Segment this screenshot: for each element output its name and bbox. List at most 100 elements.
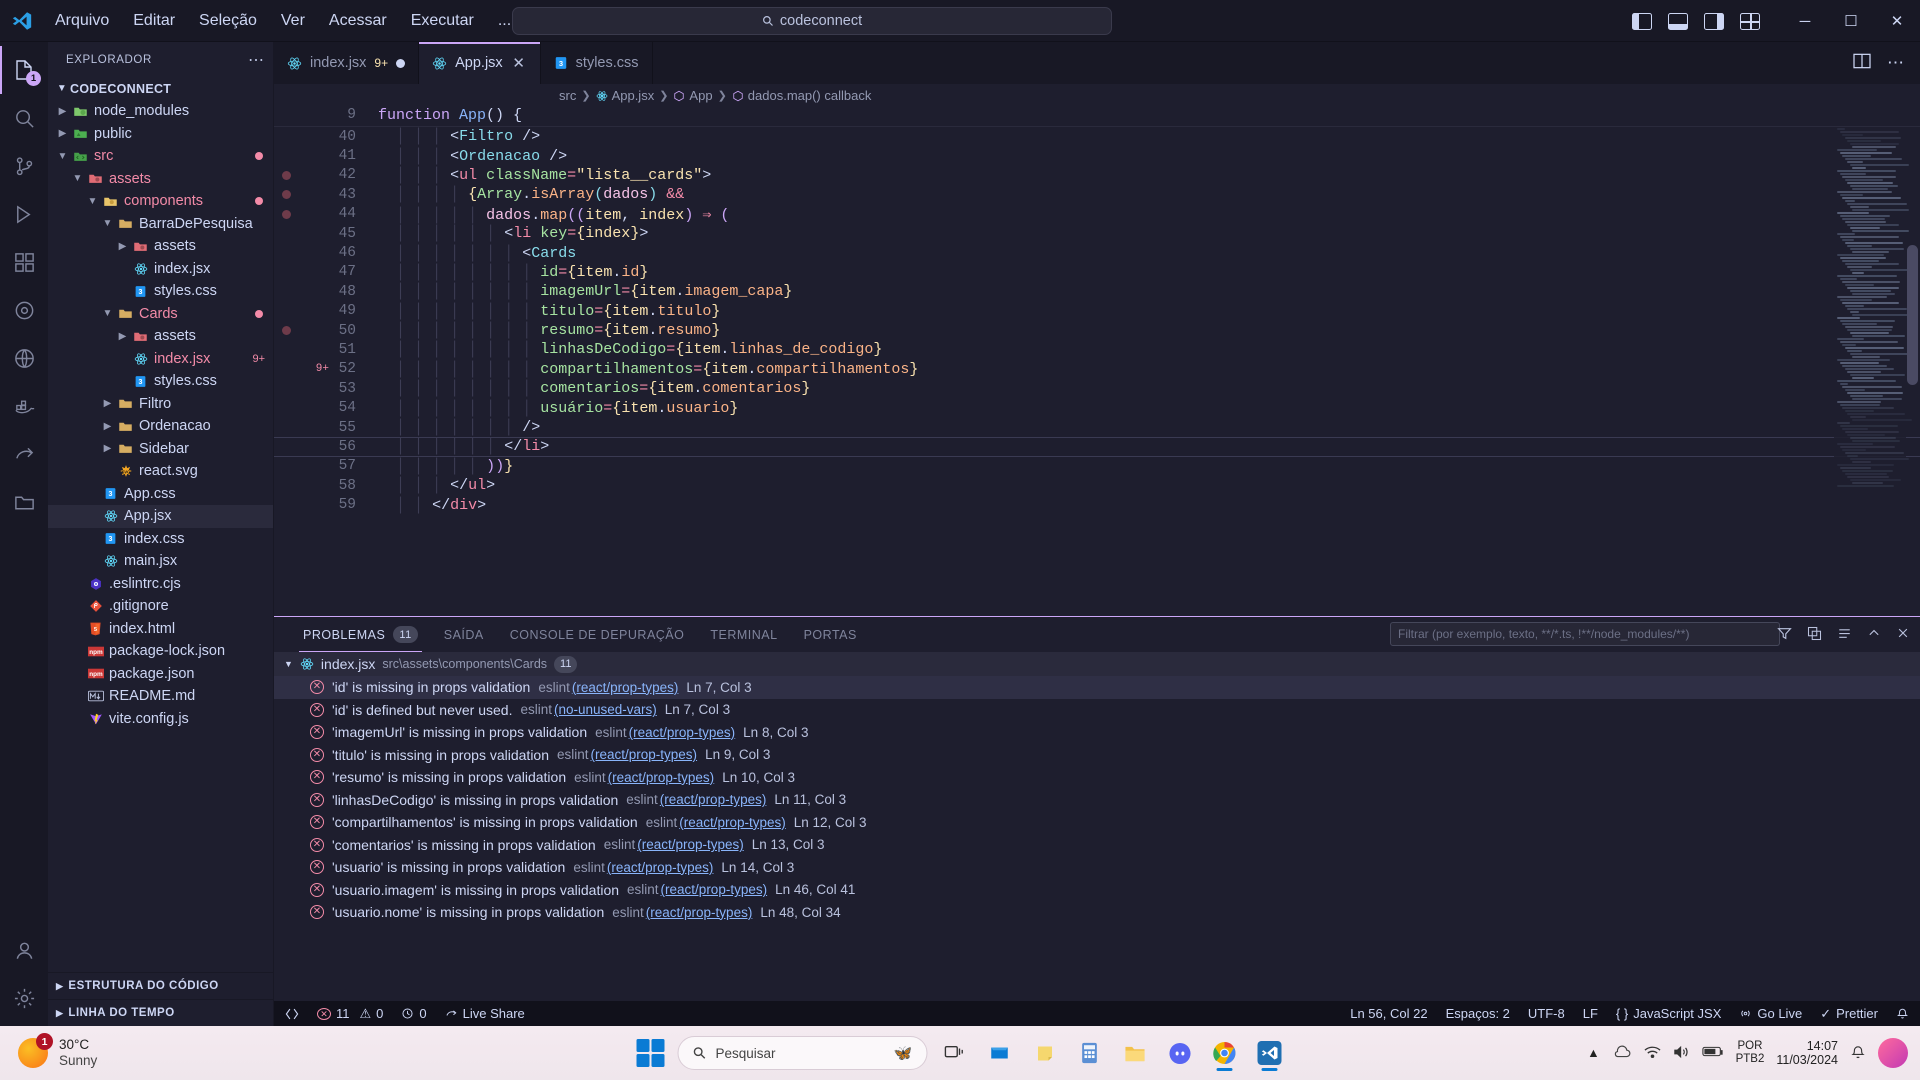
problem-row[interactable]: ✕ 'imagemUrl' is missing in props validat…: [274, 721, 1920, 744]
toggle-secondary-sidebar-icon[interactable]: [1704, 12, 1724, 30]
problem-row[interactable]: ✕ 'titulo' is missing in props validation…: [274, 744, 1920, 767]
activity-extensions[interactable]: [0, 238, 48, 286]
problem-row[interactable]: ✕ 'usuario.imagem' is missing in props va…: [274, 879, 1920, 902]
status-live-share[interactable]: Live Share: [436, 1001, 534, 1026]
tree-item-readme-md[interactable]: README.md: [48, 685, 273, 708]
tree-item-app-jsx[interactable]: App.jsx: [48, 505, 273, 528]
breadcrumb-src[interactable]: src: [559, 88, 576, 103]
taskbar-language-indicator[interactable]: POR PTB2: [1736, 1040, 1765, 1065]
tree-item-assets[interactable]: ▶ assets: [48, 325, 273, 348]
tree-item-index-html[interactable]: 5 index.html: [48, 618, 273, 641]
tree-item--eslintrc-cjs[interactable]: .eslintrc.cjs: [48, 573, 273, 596]
tree-item-node-modules[interactable]: ▶ node_modules: [48, 100, 273, 123]
taskbar-search-box[interactable]: Pesquisar 🦋: [677, 1036, 928, 1070]
editor-more-icon[interactable]: ⋯: [1887, 53, 1904, 73]
maximize-button[interactable]: ☐: [1828, 0, 1874, 42]
problem-row[interactable]: ✕ 'id' is defined but never used. eslint (n…: [274, 699, 1920, 722]
problem-row[interactable]: ✕ 'id' is missing in props validation esli…: [274, 676, 1920, 699]
breakpoint-icon[interactable]: [281, 190, 291, 200]
tree-item-index-jsx[interactable]: index.jsx 9+: [48, 348, 273, 371]
status-encoding[interactable]: UTF-8: [1519, 1001, 1574, 1026]
filter-icon[interactable]: [1777, 626, 1792, 644]
problem-rule-link[interactable]: (react/prop-types): [607, 860, 714, 875]
activity-remote-explorer[interactable]: [0, 334, 48, 382]
sticky-scroll-line[interactable]: 9 function App() {: [274, 107, 1920, 127]
code-line[interactable]: 58 │ │ │ </ul>: [274, 476, 1920, 495]
tree-item-assets[interactable]: ▼ assets: [48, 168, 273, 191]
code-line[interactable]: 55 │ │ │ │ │ │ │ />: [274, 418, 1920, 437]
section-timeline[interactable]: ▶ LINHA DO TEMPO: [48, 999, 273, 1026]
tree-item-styles-css[interactable]: 3 styles.css: [48, 280, 273, 303]
problem-rule-link[interactable]: (react/prop-types): [572, 680, 679, 695]
activity-accounts[interactable]: [0, 926, 48, 974]
tree-item-ordenacao[interactable]: ▶ Ordenacao: [48, 415, 273, 438]
tree-item-filtro[interactable]: ▶ Filtro: [48, 393, 273, 416]
code-editor[interactable]: 40 │ │ │ <Filtro /> 41 │ │ │ <Ordenacao /…: [274, 127, 1920, 616]
menu-selecao[interactable]: Seleção: [188, 7, 268, 35]
sticky-notes-icon[interactable]: [1027, 1034, 1063, 1072]
tree-item-components[interactable]: ▼ components: [48, 190, 273, 213]
menu-acessar[interactable]: Acessar: [318, 7, 398, 35]
breakpoint-gutter[interactable]: [274, 326, 298, 336]
problem-row[interactable]: ✕ 'resumo' is missing in props validation…: [274, 766, 1920, 789]
tree-item-react-svg[interactable]: SVG react.svg: [48, 460, 273, 483]
tree-item--gitignore[interactable]: .gitignore: [48, 595, 273, 618]
code-line[interactable]: 9+ 52 │ │ │ │ │ │ │ │ compartilhamentos={…: [274, 360, 1920, 379]
code-line[interactable]: 44 │ │ │ │ │ dados.map((item, index) ⇒ (: [274, 205, 1920, 224]
code-line[interactable]: 48 │ │ │ │ │ │ │ │ imagemUrl={item.image…: [274, 282, 1920, 301]
breakpoint-gutter[interactable]: [274, 170, 298, 180]
breakpoint-gutter[interactable]: [274, 209, 298, 219]
activity-explorer[interactable]: 1: [0, 46, 48, 94]
menu-executar[interactable]: Executar: [400, 7, 485, 35]
code-line[interactable]: 46 │ │ │ │ │ │ │ <Cards: [274, 243, 1920, 262]
discord-icon[interactable]: [1162, 1034, 1198, 1072]
tree-item-styles-css[interactable]: 3 styles.css: [48, 370, 273, 393]
tree-item-assets[interactable]: ▶ assets: [48, 235, 273, 258]
tree-item-index-css[interactable]: 3 index.css: [48, 528, 273, 551]
tray-volume-icon[interactable]: [1673, 1045, 1690, 1062]
tray-notification-icon[interactable]: [1850, 1044, 1866, 1063]
problem-rule-link[interactable]: (react/prop-types): [591, 747, 698, 762]
chevron-down-icon[interactable]: ▼: [284, 659, 293, 669]
vscode-icon[interactable]: [1252, 1034, 1288, 1072]
status-remote[interactable]: [276, 1001, 308, 1026]
panel-tab-terminal[interactable]: TERMINAL: [697, 617, 790, 652]
collapse-all-icon[interactable]: [1807, 626, 1822, 644]
menu-editar[interactable]: Editar: [122, 7, 186, 35]
problems-filter-input[interactable]: Filtrar (por exemplo, texto, **/*.ts, !*…: [1390, 622, 1780, 646]
status-go-live[interactable]: Go Live: [1730, 1001, 1811, 1026]
problem-rule-link[interactable]: (react/prop-types): [646, 905, 753, 920]
panel-tab-portas[interactable]: PORTAS: [791, 617, 870, 652]
tab-styles-css[interactable]: 3 styles.css: [540, 42, 653, 84]
code-line[interactable]: 57 │ │ │ │ │ ))}: [274, 457, 1920, 476]
problem-rule-link[interactable]: (react/prop-types): [637, 837, 744, 852]
list-view-icon[interactable]: [1837, 626, 1852, 644]
split-editor-icon[interactable]: [1853, 53, 1871, 74]
close-panel-icon[interactable]: [1896, 626, 1910, 643]
problem-rule-link[interactable]: (react/prop-types): [661, 882, 768, 897]
status-notifications[interactable]: [1887, 1001, 1918, 1026]
tree-item-vite-config-js[interactable]: vite.config.js: [48, 708, 273, 731]
code-line[interactable]: 43 │ │ │ │ {Array.isArray(dados) &&: [274, 185, 1920, 204]
status-language-mode[interactable]: { } JavaScript JSX: [1607, 1001, 1730, 1026]
status-problems[interactable]: ✕ 11 ⚠ 0: [308, 1001, 392, 1026]
tab-index-jsx[interactable]: index.jsx 9+: [274, 42, 420, 84]
calculator-icon[interactable]: [1072, 1034, 1108, 1072]
problem-rule-link[interactable]: (react/prop-types): [608, 770, 715, 785]
status-prettier[interactable]: ✓ Prettier: [1811, 1001, 1887, 1026]
code-line[interactable]: 41 │ │ │ <Ordenacao />: [274, 146, 1920, 165]
activity-testing[interactable]: [0, 286, 48, 334]
activity-source-control[interactable]: [0, 142, 48, 190]
tray-cloud-icon[interactable]: [1612, 1045, 1632, 1062]
toggle-primary-sidebar-icon[interactable]: [1632, 12, 1652, 30]
problem-row[interactable]: ✕ 'usuario' is missing in props validatio…: [274, 856, 1920, 879]
breakpoint-icon[interactable]: [281, 326, 291, 336]
code-line[interactable]: 42 │ │ │ <ul className="lista__cards">: [274, 166, 1920, 185]
panel-tab-problemas[interactable]: PROBLEMAS 11: [290, 617, 431, 652]
customize-layout-icon[interactable]: [1740, 12, 1760, 30]
code-line[interactable]: 59 │ │ </div>: [274, 495, 1920, 514]
menu-ver[interactable]: Ver: [270, 7, 316, 35]
code-line[interactable]: 51 │ │ │ │ │ │ │ │ linhasDeCodigo={item.…: [274, 340, 1920, 359]
status-ports[interactable]: 0: [392, 1001, 435, 1026]
file-explorer-icon[interactable]: [1117, 1034, 1153, 1072]
